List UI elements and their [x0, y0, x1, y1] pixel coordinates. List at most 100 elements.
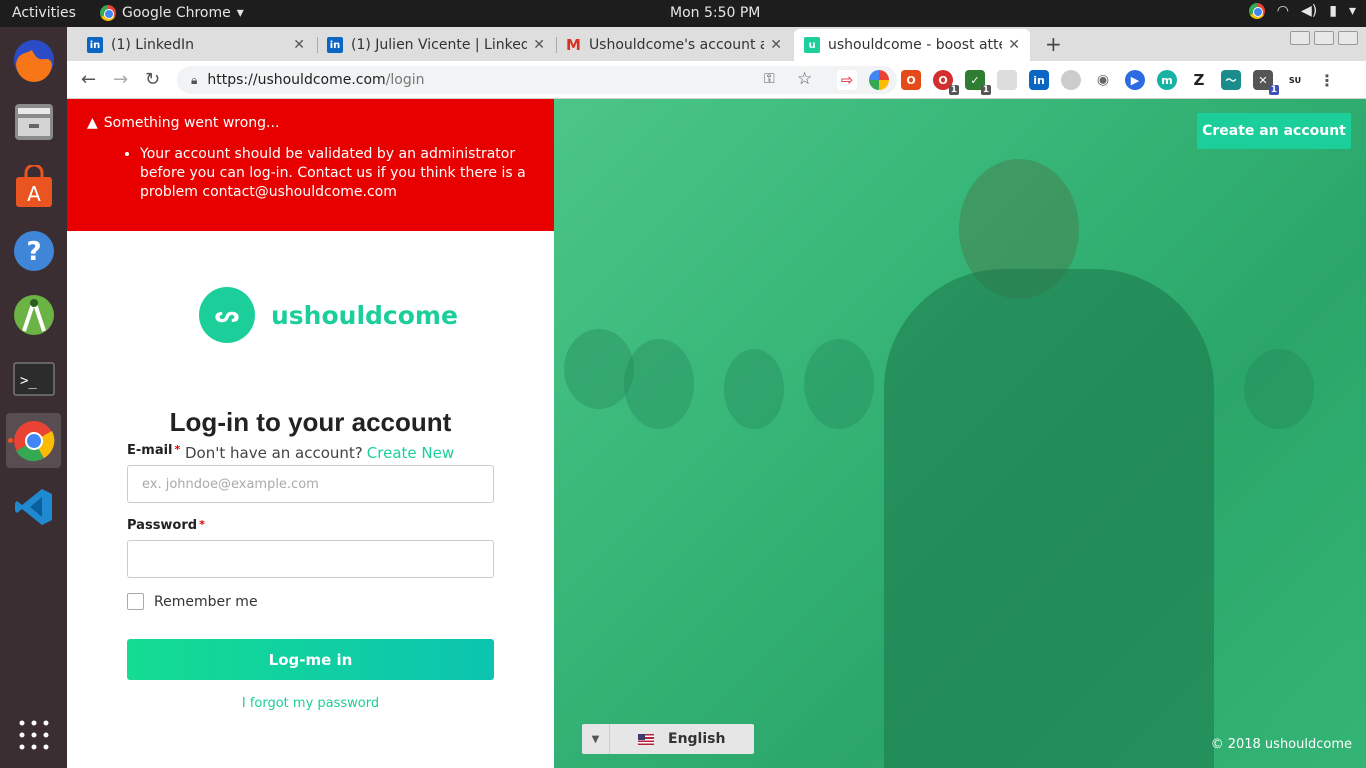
extensions-bar: ⇨ O O1 ✓ 1 in ◉ ▶ m Z 〜 ✕ 1 SU ⋮	[837, 70, 1337, 95]
extension-wave-icon[interactable]: 〜	[1221, 70, 1241, 90]
browser-menu-icon[interactable]: ⋮	[1317, 70, 1337, 90]
file-cabinet-icon	[14, 103, 53, 140]
system-tray[interactable]: ◠ ◀) ▮ ▾	[1248, 3, 1356, 19]
minimize-button[interactable]	[1290, 31, 1310, 45]
email-input[interactable]	[127, 465, 494, 503]
forgot-password-link[interactable]: I forgot my password	[67, 696, 554, 711]
login-panel: ▲ Something went wrong... Your account s…	[67, 99, 554, 768]
svg-text:>_: >_	[20, 373, 37, 389]
chrome-icon	[100, 5, 116, 21]
maximize-button[interactable]	[1314, 31, 1334, 45]
grid-icon	[19, 720, 48, 749]
tab-title: Ushouldcome's account a	[588, 37, 765, 53]
extension-google-icon[interactable]	[869, 70, 889, 90]
extension-video-icon[interactable]: ▶	[1125, 70, 1145, 90]
browser-toolbar: ← → ↻ 🔒︎ https://ushouldcome.com/login ⚿…	[67, 61, 1366, 99]
extension-grid-icon[interactable]	[997, 70, 1017, 90]
vscode-icon	[14, 488, 52, 525]
chrome-icon	[13, 420, 54, 461]
gmail-icon: M	[566, 36, 581, 54]
extension-office-icon[interactable]: O	[901, 70, 921, 90]
chrome-tray-icon[interactable]	[1248, 3, 1265, 19]
svg-text:?: ?	[26, 237, 41, 267]
battery-icon: ▮	[1329, 3, 1337, 19]
error-message: Your account should be validated by an a…	[140, 145, 534, 202]
chrome-launcher[interactable]	[6, 413, 61, 468]
svg-text:A: A	[27, 182, 41, 206]
terminal-icon: >_	[13, 362, 54, 395]
extension-z-icon[interactable]: Z	[1189, 70, 1209, 90]
app-menu-label: Google Chrome	[122, 5, 231, 21]
tab-title: (1) LinkedIn	[111, 37, 194, 53]
language-selector[interactable]: ▼ English	[582, 724, 754, 754]
remember-me[interactable]: Remember me	[127, 593, 258, 610]
tab-linkedin[interactable]: in (1) LinkedIn ✕	[77, 29, 315, 61]
help-icon: ?	[13, 230, 54, 271]
close-window-button[interactable]	[1338, 31, 1358, 45]
linkedin-icon: in	[87, 37, 103, 53]
wifi-icon: ◠	[1276, 3, 1290, 19]
vscode-launcher[interactable]	[6, 479, 61, 534]
terminal-launcher[interactable]: >_	[6, 351, 61, 406]
extension-gray-icon[interactable]	[1061, 70, 1081, 90]
close-tab-icon[interactable]: ✕	[533, 37, 545, 53]
tab-title: ushouldcome - boost atte	[828, 37, 1003, 53]
tab-julien-linkedin[interactable]: in (1) Julien Vicente | Linked ✕	[317, 29, 555, 61]
remember-me-checkbox[interactable]	[127, 593, 144, 610]
extension-m-icon[interactable]: m	[1157, 70, 1177, 90]
bookmark-star-icon[interactable]: ☆	[797, 69, 812, 89]
create-new-link[interactable]: Create New	[367, 444, 454, 462]
firefox-launcher[interactable]	[6, 32, 61, 87]
back-button[interactable]: ←	[81, 69, 96, 90]
ushouldcome-logo-icon: ᔕ	[199, 287, 255, 343]
extension-camera-icon[interactable]: ◉	[1093, 70, 1113, 90]
close-tab-icon[interactable]: ✕	[770, 37, 782, 53]
tab-ushouldcome[interactable]: u ushouldcome - boost atte ✕	[794, 29, 1030, 61]
running-indicator	[8, 438, 13, 443]
extension-puzzle-icon[interactable]: ✕ 1	[1253, 70, 1279, 95]
android-studio-launcher[interactable]	[6, 287, 61, 342]
files-launcher[interactable]	[6, 94, 61, 149]
software-launcher[interactable]: A	[6, 159, 61, 214]
brand-name: ushouldcome	[271, 300, 458, 330]
app-menu[interactable]: Google Chrome ▾	[100, 5, 244, 21]
activities-button[interactable]: Activities	[12, 5, 76, 21]
password-input[interactable]	[127, 540, 494, 578]
tab-gmail[interactable]: M Ushouldcome's account a ✕	[556, 29, 792, 61]
brand-logo[interactable]: ᔕ ushouldcome	[199, 287, 458, 343]
linkedin-icon: in	[327, 37, 343, 53]
clock[interactable]: Mon 5:50 PM	[670, 5, 760, 21]
close-tab-icon[interactable]: ✕	[293, 37, 305, 53]
extension-opera-icon[interactable]: O1	[933, 70, 959, 95]
firefox-icon	[13, 39, 54, 82]
reload-button[interactable]: ↻	[145, 69, 160, 90]
extension-linkedin-icon[interactable]: in	[1029, 70, 1049, 90]
us-flag-icon	[638, 733, 654, 745]
remember-me-label: Remember me	[154, 593, 258, 610]
extension-startup-icon[interactable]: SU	[1285, 70, 1305, 90]
forward-button[interactable]: →	[113, 69, 128, 90]
password-label: Password *	[127, 518, 205, 533]
close-tab-icon[interactable]: ✕	[1008, 37, 1020, 53]
signup-prompt: Don't have an account?	[185, 444, 363, 462]
create-account-button[interactable]: Create an account	[1197, 113, 1351, 149]
extension-arrow-icon[interactable]: ⇨	[837, 70, 857, 90]
login-button[interactable]: Log-me in	[127, 639, 494, 680]
page-content: ▲ Something went wrong... Your account s…	[67, 99, 1366, 768]
help-launcher[interactable]: ?	[6, 223, 61, 278]
error-banner: ▲ Something went wrong... Your account s…	[67, 99, 554, 231]
lock-icon[interactable]: 🔒︎	[191, 73, 197, 88]
url-host: https://ushouldcome.com	[207, 72, 386, 88]
address-bar[interactable]: 🔒︎ https://ushouldcome.com/login	[177, 66, 897, 94]
ushouldcome-icon: u	[804, 37, 820, 53]
language-label: English	[668, 731, 726, 747]
email-label: E-mail *	[127, 443, 181, 458]
window-controls	[1290, 31, 1358, 45]
extension-shield-icon[interactable]: ✓ 1	[965, 70, 991, 95]
new-tab-button[interactable]: +	[1045, 32, 1062, 56]
key-icon[interactable]: ⚿	[764, 71, 775, 87]
error-title: Something went wrong...	[103, 115, 280, 131]
show-apps-button[interactable]	[6, 707, 61, 762]
chevron-down-icon: ▾	[1348, 3, 1356, 19]
hero-panel: Create an account ▼ English © 2018 ushou…	[554, 99, 1366, 768]
